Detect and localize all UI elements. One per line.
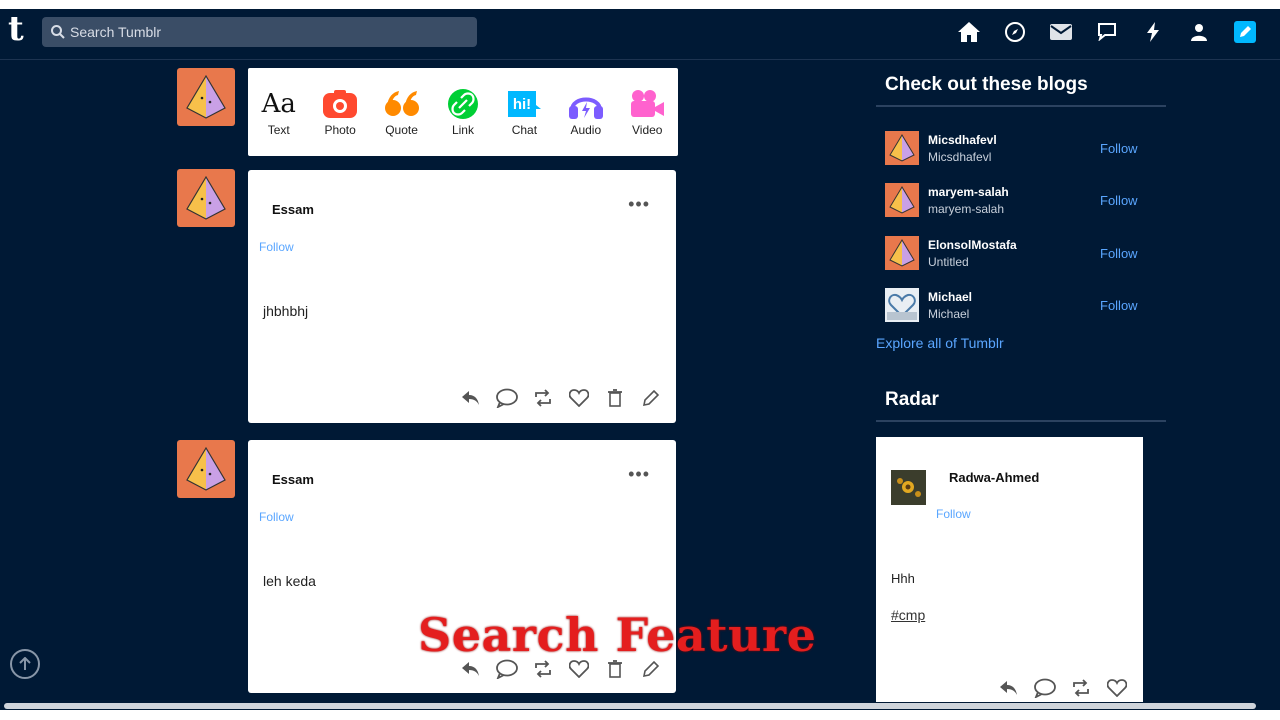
radar-heading: Radar — [885, 389, 939, 410]
follow-button[interactable]: Follow — [259, 240, 294, 254]
blog-name[interactable]: Michael — [928, 290, 972, 304]
comment-icon[interactable] — [496, 387, 518, 409]
svg-text:hi!: hi! — [513, 96, 531, 113]
post-author[interactable]: Essam — [272, 472, 314, 487]
reblog-icon[interactable] — [1070, 677, 1092, 699]
nav-icons — [946, 18, 1268, 46]
recommended-blog[interactable]: Michael Michael Follow — [885, 286, 1138, 322]
recommended-blog[interactable]: maryem-salah maryem-salah Follow — [885, 181, 1138, 217]
arrow-up-icon — [19, 657, 31, 670]
post-body: jhbhbhj — [263, 303, 309, 319]
follow-button[interactable]: Follow — [1100, 298, 1138, 313]
post-type-text[interactable]: Aa Text — [251, 88, 307, 137]
post-author-avatar[interactable] — [177, 169, 235, 227]
blog-avatar[interactable] — [885, 183, 919, 217]
blog-name[interactable]: maryem-salah — [928, 185, 1009, 199]
video-camera-icon — [629, 88, 665, 120]
divider — [876, 420, 1166, 422]
post-type-composer: Aa Text Photo Quote Link hi! Chat Audio — [248, 68, 678, 156]
chat-icon[interactable] — [1084, 18, 1130, 46]
mail-icon[interactable] — [1038, 18, 1084, 46]
post-type-label: Audio — [570, 123, 602, 137]
blog-title: Micsdhafevl — [928, 150, 992, 164]
more-options-icon[interactable]: ••• — [628, 464, 650, 485]
recommended-blog[interactable]: Micsdhafevl Micsdhafevl Follow — [885, 129, 1138, 165]
compose-pen-icon — [1234, 21, 1256, 43]
post-type-video[interactable]: Video — [619, 88, 675, 137]
post-type-label: Quote — [385, 123, 418, 137]
post-type-link[interactable]: Link — [435, 88, 491, 137]
tumblr-logo[interactable]: t — [8, 12, 30, 48]
home-icon[interactable] — [946, 18, 992, 46]
search-icon — [50, 24, 66, 40]
edit-pencil-icon[interactable] — [640, 387, 662, 409]
post-card: Essam ••• Follow jhbhbhj — [248, 170, 676, 423]
comment-icon[interactable] — [1034, 677, 1056, 699]
blog-name[interactable]: Micsdhafevl — [928, 133, 997, 147]
post-actions — [460, 387, 662, 409]
post-type-chat[interactable]: hi! Chat — [496, 88, 552, 137]
radar-author-name[interactable]: Radwa-Ahmed — [949, 470, 1039, 485]
post-type-audio[interactable]: Audio — [558, 88, 614, 137]
blog-title: Untitled — [928, 255, 969, 269]
post-type-quote[interactable]: Quote — [374, 88, 430, 137]
post-type-photo[interactable]: Photo — [312, 88, 368, 137]
scroll-to-top-button[interactable] — [10, 649, 40, 679]
video-overlay-caption: Search Feature — [418, 608, 817, 662]
recommended-blog[interactable]: ElonsolMostafa Untitled Follow — [885, 234, 1138, 270]
radar-post-actions — [998, 677, 1128, 699]
radar-author-avatar[interactable] — [891, 470, 926, 505]
post-type-label: Video — [631, 123, 663, 137]
post-type-label: Chat — [511, 123, 538, 137]
blog-avatar[interactable] — [885, 288, 919, 322]
like-heart-icon[interactable] — [1106, 677, 1128, 699]
post-body: leh keda — [263, 573, 316, 589]
headphones-icon — [568, 88, 604, 120]
search-bar[interactable] — [42, 17, 477, 47]
user-avatar[interactable] — [177, 68, 235, 126]
lightning-icon[interactable] — [1130, 18, 1176, 46]
follow-button[interactable]: Follow — [1100, 141, 1138, 156]
post-type-label: Text — [267, 123, 290, 137]
radar-post-body: Hhh — [891, 571, 915, 586]
horizontal-scrollbar[interactable] — [0, 702, 1280, 710]
reply-icon[interactable] — [460, 387, 482, 409]
follow-button[interactable]: Follow — [1100, 246, 1138, 261]
more-options-icon[interactable]: ••• — [628, 194, 650, 215]
delete-trash-icon[interactable] — [604, 387, 626, 409]
post-author[interactable]: Essam — [272, 202, 314, 217]
divider — [876, 105, 1166, 107]
follow-button[interactable]: Follow — [936, 507, 971, 521]
follow-button[interactable]: Follow — [1100, 193, 1138, 208]
quote-icon — [384, 88, 420, 120]
reply-icon[interactable] — [998, 677, 1020, 699]
compose-button[interactable] — [1222, 18, 1268, 46]
account-icon[interactable] — [1176, 18, 1222, 46]
post-author-avatar[interactable] — [177, 440, 235, 498]
radar-post-tag[interactable]: #cmp — [891, 607, 925, 623]
chat-hi-icon: hi! — [506, 88, 542, 120]
camera-icon — [322, 88, 358, 120]
like-heart-icon[interactable] — [568, 387, 590, 409]
scrollbar-thumb[interactable] — [4, 703, 1256, 709]
search-input[interactable] — [70, 24, 450, 40]
blog-avatar[interactable] — [885, 236, 919, 270]
radar-post-card: Radwa-Ahmed Follow Hhh #cmp — [876, 437, 1143, 707]
blog-title: Michael — [928, 307, 970, 321]
text-icon: Aa — [261, 89, 296, 119]
reblog-icon[interactable] — [532, 387, 554, 409]
blog-title: maryem-salah — [928, 202, 1005, 216]
post-type-label: Link — [451, 123, 474, 137]
top-navigation-bar: t — [0, 0, 1280, 60]
follow-button[interactable]: Follow — [259, 510, 294, 524]
blog-avatar[interactable] — [885, 131, 919, 165]
recommended-blogs-heading: Check out these blogs — [885, 74, 1088, 95]
explore-all-link[interactable]: Explore all of Tumblr — [876, 335, 1004, 351]
blog-name[interactable]: ElonsolMostafa — [928, 238, 1017, 252]
post-type-label: Photo — [324, 123, 356, 137]
bottom-strip — [0, 710, 1280, 720]
link-icon — [445, 88, 481, 120]
explore-compass-icon[interactable] — [992, 18, 1038, 46]
